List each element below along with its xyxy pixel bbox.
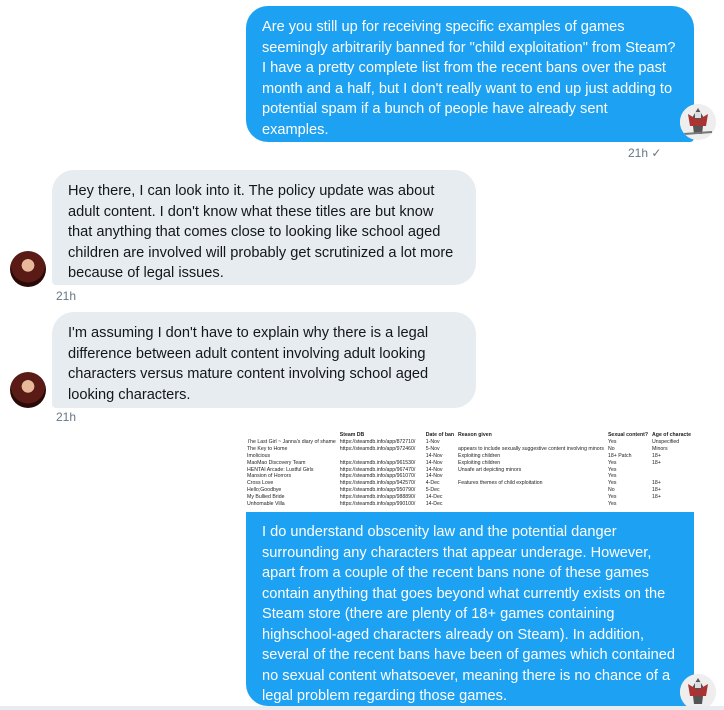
table-row: Hello;Goodbye https://steamdb.info/app/95… <box>245 487 694 494</box>
robot-avatar-icon <box>680 674 716 710</box>
table-cell: 14-Nov <box>425 452 443 459</box>
table-cell: No <box>607 445 615 452</box>
robot-avatar-icon <box>680 104 716 140</box>
table-row: Mansion of Horrors https://steamdb.info/a… <box>245 473 694 480</box>
table-cell <box>456 487 606 494</box>
table-cell <box>456 439 606 446</box>
table-cell: https://steamdb.info/app/988890/ <box>339 494 416 501</box>
table-cell: 18+ <box>652 480 661 487</box>
table-row: Unhomable Villa https://steamdb.info/app/… <box>245 501 694 508</box>
table-cell: Yes <box>607 473 617 480</box>
spreadsheet-table: Steam DB Date of ban Reason given Sexual… <box>245 432 694 508</box>
table-row: HENTAI Arcade: Lustful Girls https://stea… <box>245 467 694 474</box>
table-cell: The Last Girl ~ Janna's diary of shame <box>247 438 336 445</box>
column-header: Date of ban <box>425 432 455 438</box>
table-cell: appears to include sexually suggestive c… <box>458 445 604 452</box>
table-cell: Yes <box>607 466 617 473</box>
table-cell: https://steamdb.info/app/961070/ <box>339 473 416 480</box>
sender-avatar[interactable] <box>10 372 46 408</box>
table-cell: Yes <box>607 438 617 445</box>
table-cell: Exploiting children <box>458 459 501 466</box>
table-cell <box>456 494 606 501</box>
table-cell: 18+ <box>652 494 661 501</box>
column-header: Steam DB <box>339 432 365 438</box>
table-cell <box>650 473 694 480</box>
message-text: Are you still up for receiving specific … <box>262 19 676 138</box>
column-header: Reason given <box>458 432 492 438</box>
message-bubble-outgoing[interactable]: I do understand obscenity law and the po… <box>246 512 694 706</box>
table-cell: 14-Nov <box>425 473 443 480</box>
table-cell <box>338 453 424 460</box>
table-header-row: Steam DB Date of ban Reason given Sexual… <box>245 432 694 439</box>
user-avatar[interactable] <box>680 674 716 710</box>
table-cell: MaoMao Discovery Team <box>247 459 306 466</box>
table-cell: https://steamdb.info/app/967470/ <box>339 466 416 473</box>
table-cell: 18+ Patch <box>607 452 632 459</box>
table-cell: Unsafe art depicting minors <box>458 466 522 473</box>
table-cell: Mansion of Horrors <box>247 473 292 480</box>
table-cell <box>650 501 694 508</box>
table-cell: 14-Nov <box>425 459 443 466</box>
column-header <box>245 432 338 439</box>
message-timestamp: 21h <box>56 289 77 303</box>
message-bubble-incoming[interactable]: Hey there, I can look into it. The polic… <box>52 170 476 285</box>
table-cell: Unspecified <box>652 438 680 445</box>
table-row: MaoMao Discovery Team https://steamdb.inf… <box>245 460 694 467</box>
table-cell <box>456 473 606 480</box>
table-cell <box>650 467 694 474</box>
attachment-image[interactable]: Steam DB Date of ban Reason given Sexual… <box>245 432 694 512</box>
message-text: I'm assuming I don't have to explain why… <box>68 325 429 403</box>
table-row: The Key to Home https://steamdb.info/app/… <box>245 446 694 453</box>
table-cell: Hello;Goodbye <box>247 487 282 494</box>
table-cell: 18+ <box>652 459 661 466</box>
read-check-icon: ✓ <box>651 146 662 160</box>
table-cell: The Key to Home <box>247 445 288 452</box>
table-cell: 14-Dec <box>425 494 443 501</box>
table-cell: Yes <box>607 494 617 501</box>
user-avatar[interactable] <box>680 104 716 140</box>
table-cell: 14-Nov <box>425 466 443 473</box>
table-cell: Yes <box>607 501 617 508</box>
table-cell: Unhomable Villa <box>247 501 285 508</box>
table-cell: https://steamdb.info/app/972460/ <box>339 445 416 452</box>
table-row: My Bullied Bride https://steamdb.info/app… <box>245 494 694 501</box>
message-bubble-outgoing[interactable]: Are you still up for receiving specific … <box>246 6 694 142</box>
table-cell: https://steamdb.info/app/961530/ <box>339 459 416 466</box>
table-cell: Yes <box>607 480 617 487</box>
table-cell: https://steamdb.info/app/872710/ <box>339 438 416 445</box>
table-row: Imolicious 14-Nov Exploiting children 18+ P… <box>245 453 694 460</box>
timestamp-text: 21h <box>628 146 649 160</box>
table-cell: Exploiting children <box>458 452 501 459</box>
table-cell: Minors <box>652 445 668 452</box>
table-cell: 14-Dec <box>425 501 443 508</box>
table-cell: Imolicious <box>247 452 271 459</box>
message-bubble-incoming[interactable]: I'm assuming I don't have to explain why… <box>52 312 476 408</box>
table-cell: 5-Nov <box>425 445 440 452</box>
message-text: Hey there, I can look into it. The polic… <box>68 183 454 281</box>
table-cell: https://steamdb.info/app/942570/ <box>339 480 416 487</box>
table-cell: Cross Love <box>247 480 274 487</box>
table-cell: 5-Dec <box>425 487 440 494</box>
column-header: Sexual content? <box>607 432 649 438</box>
table-cell: https://steamdb.info/app/950790/ <box>339 487 416 494</box>
table-cell: No <box>607 487 615 494</box>
table-cell: HENTAI Arcade: Lustful Girls <box>247 466 314 473</box>
table-cell <box>456 501 606 508</box>
sender-avatar[interactable] <box>10 251 46 287</box>
table-cell: 18+ <box>652 452 661 459</box>
message-timestamp: 21h ✓ <box>628 146 661 160</box>
table-cell: 18+ <box>652 487 661 494</box>
message-timestamp: 21h <box>56 410 77 424</box>
table-cell: 4-Dec <box>425 480 440 487</box>
table-cell: Features themes of child exploitation <box>458 480 543 487</box>
column-header: Age of characte <box>652 432 691 438</box>
table-cell: My Bullied Bride <box>247 494 285 501</box>
divider <box>0 706 724 710</box>
table-row: The Last Girl ~ Janna's diary of shame ht… <box>245 439 694 446</box>
table-cell: https://steamdb.info/app/990100/ <box>339 501 416 508</box>
table-row: Cross Love https://steamdb.info/app/94257… <box>245 480 694 487</box>
table-cell: 1-Nov <box>425 438 440 445</box>
table-cell: Yes <box>607 459 617 466</box>
message-text: I do understand obscenity law and the po… <box>262 524 675 704</box>
